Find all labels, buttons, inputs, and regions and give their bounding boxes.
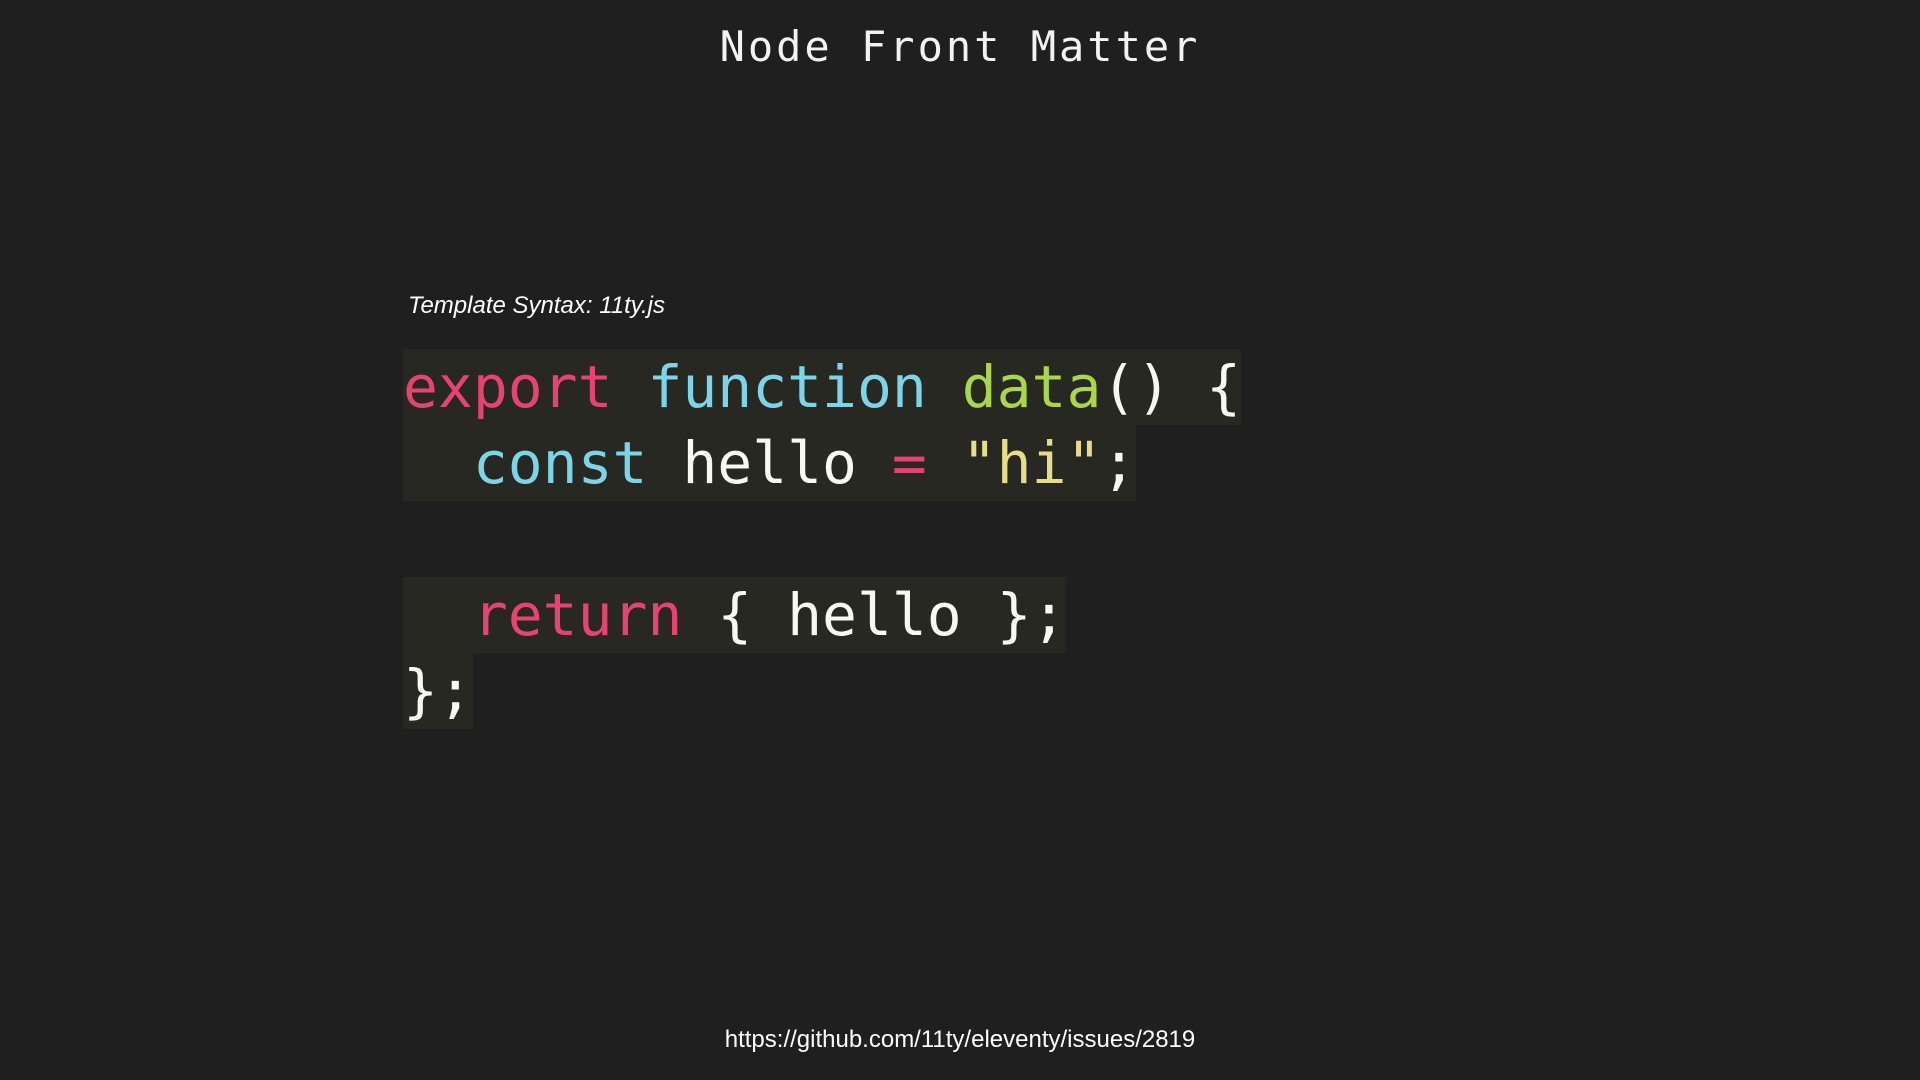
code-line-1: export function data() { [403, 349, 1242, 425]
source-link[interactable]: https://github.com/11ty/eleventy/issues/… [0, 1026, 1920, 1054]
function-params-brace: () { [1101, 353, 1242, 421]
code-line-4-highlight: return { hello }; [403, 577, 1067, 653]
code-caption: Template Syntax: 11ty.js [408, 292, 666, 319]
keyword-export: export [403, 353, 613, 421]
string-literal: "hi" [961, 429, 1102, 497]
closing-brace: }; [403, 657, 473, 725]
keyword-const: const [472, 429, 648, 497]
operator-assign: = [891, 429, 927, 497]
keyword-function: function [647, 353, 927, 421]
slide-title: Node Front Matter [719, 22, 1201, 71]
code-line-3-blank [403, 501, 1241, 577]
keyword-return: return [472, 581, 683, 649]
function-name: data [961, 353, 1102, 421]
code-block: export function data() { const hello = "… [403, 349, 1242, 729]
variable-name: hello [682, 429, 857, 497]
code-line-5: }; [403, 653, 1241, 729]
slide: Node Front Matter Template Syntax: 11ty.… [0, 0, 1920, 1080]
code-line-2: const hello = "hi"; [403, 425, 1241, 501]
code-line-5-highlight: }; [403, 653, 473, 729]
code-line-1-highlight: export function data() { [403, 349, 1242, 425]
code-line-2-highlight: const hello = "hi"; [403, 425, 1137, 501]
return-object: { hello }; [717, 581, 1067, 649]
code-line-4: return { hello }; [403, 577, 1241, 653]
semicolon: ; [1101, 429, 1137, 497]
